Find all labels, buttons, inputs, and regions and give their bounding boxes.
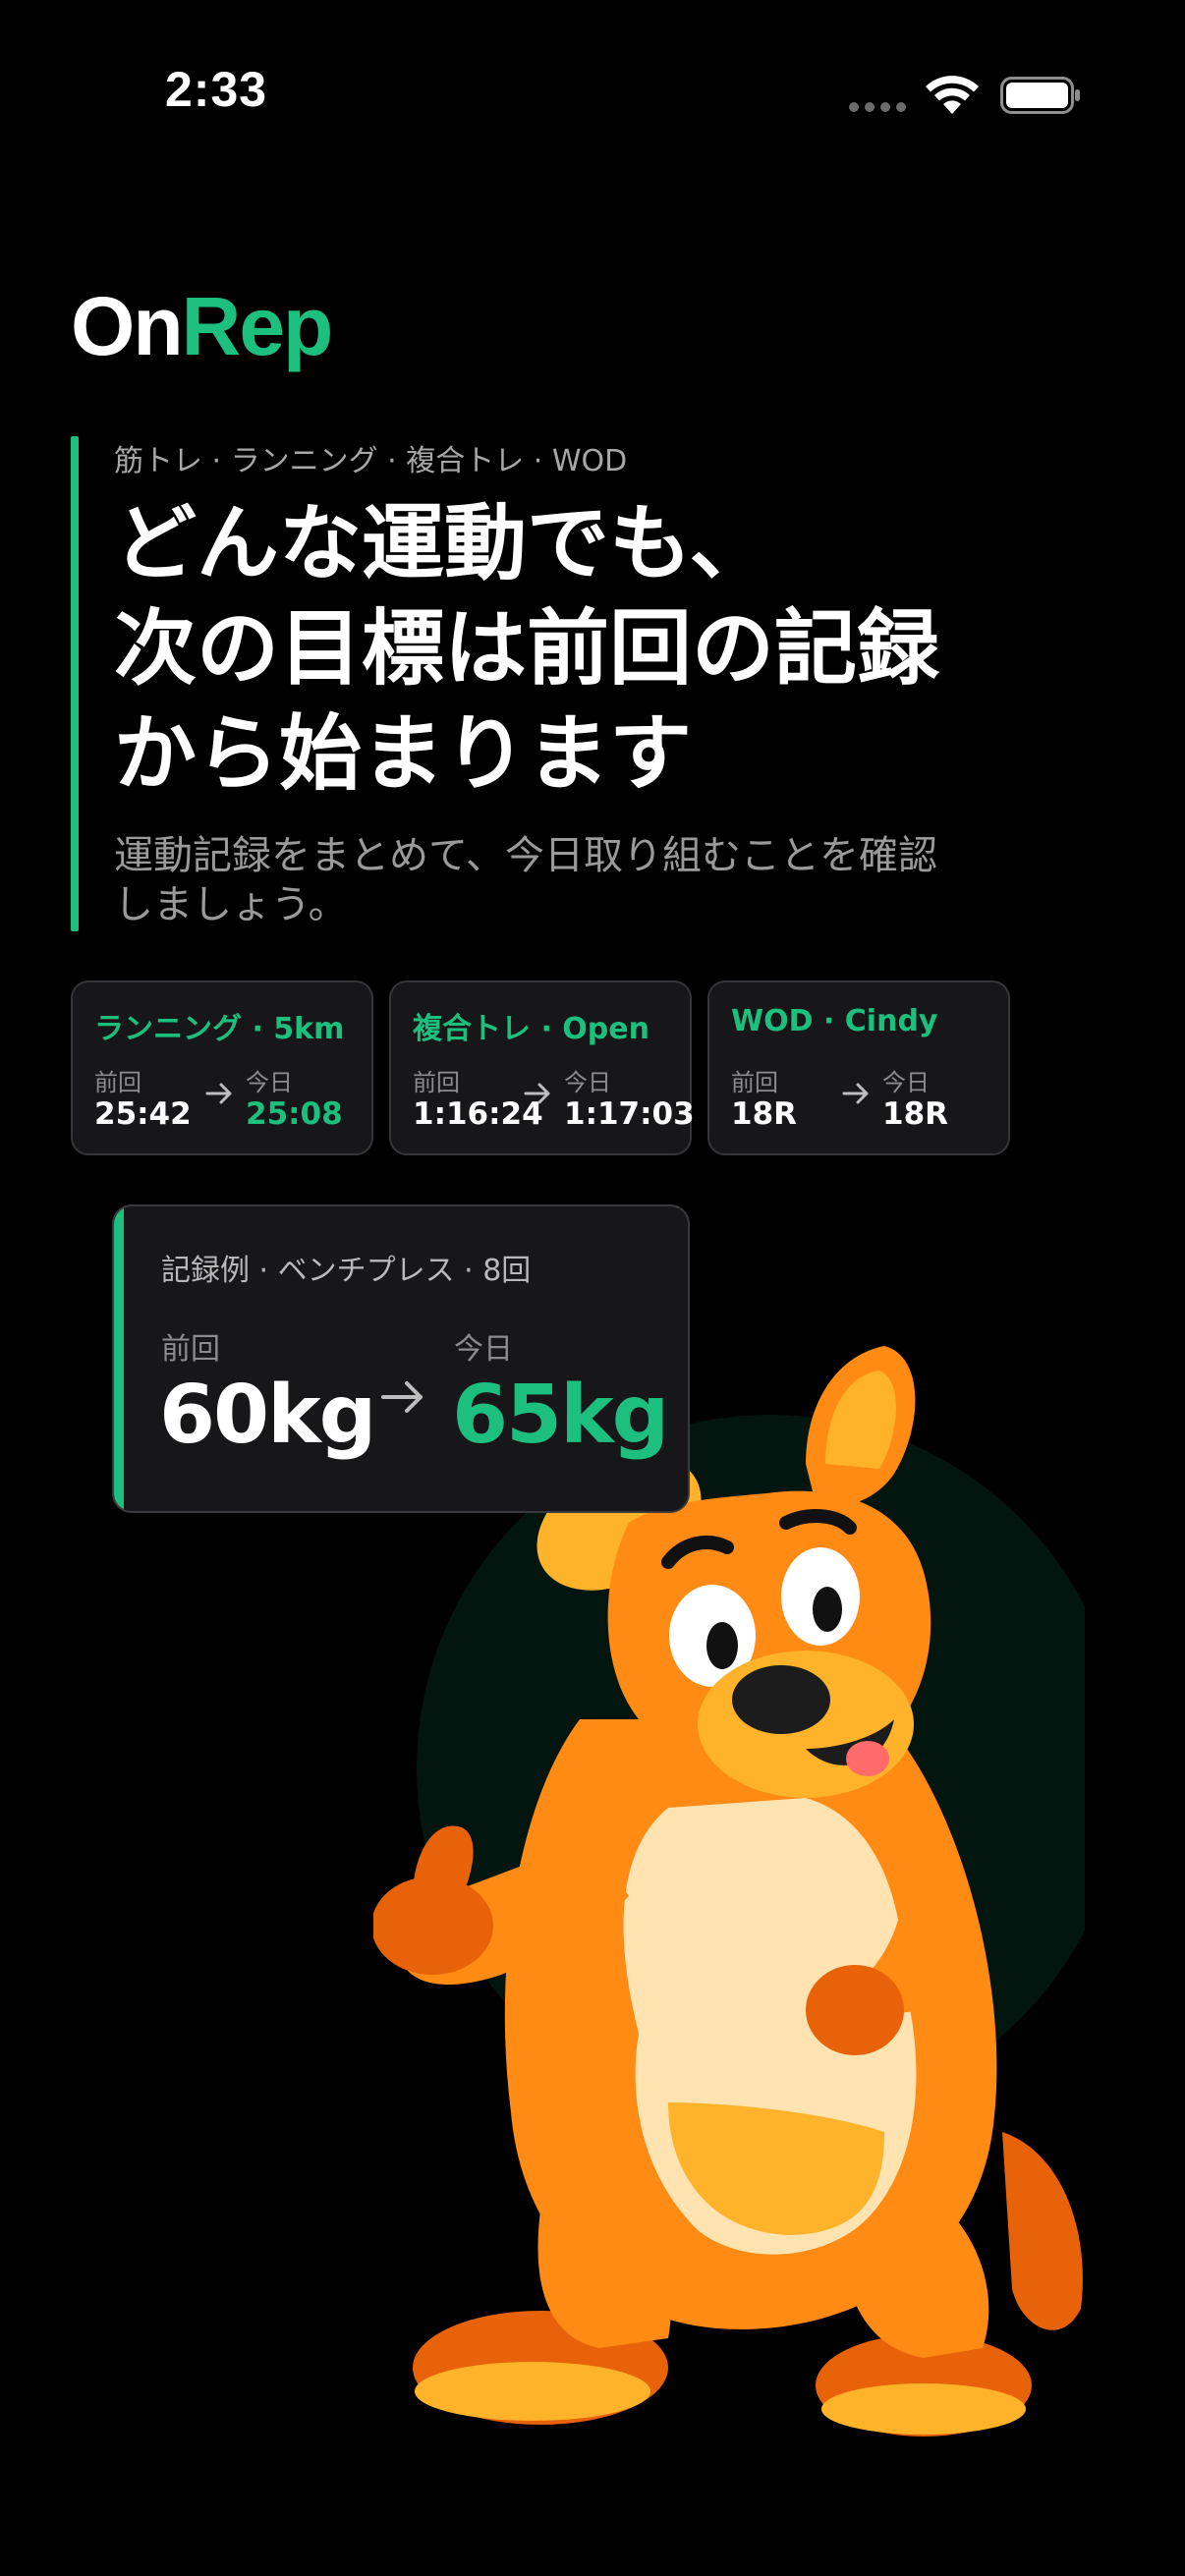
previous-label: 前回 <box>161 1332 220 1367</box>
previous-value: 60kg <box>159 1369 376 1462</box>
arrow-right-icon <box>381 1381 423 1413</box>
record-example-card: 記録例 · ベンチプレス · 8回 前回 60kg 今日 65kg <box>112 1204 690 1513</box>
card-accent-bar <box>114 1206 124 1511</box>
today-label: 今日 <box>454 1332 513 1367</box>
record-example-title: 記録例 · ベンチプレス · 8回 <box>161 1254 532 1288</box>
today-value: 65kg <box>452 1369 669 1462</box>
